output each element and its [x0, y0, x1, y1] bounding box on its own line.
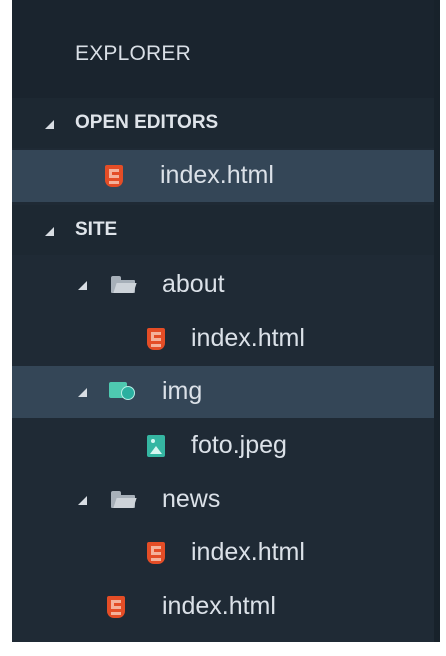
html5-icon	[105, 165, 123, 187]
caret-down-icon[interactable]	[78, 388, 87, 397]
caret-down-icon[interactable]	[45, 227, 54, 236]
file-label-root-index-html: index.html	[162, 592, 276, 620]
explorer-panel: EXPLORER OPEN EDITORS index.html SITE ab…	[12, 0, 440, 642]
folder-row-news[interactable]: news	[12, 474, 434, 526]
section-label-site: SITE	[75, 219, 118, 240]
file-row-root-index-html[interactable]: index.html	[12, 581, 434, 633]
panel-scroll-edge	[434, 0, 440, 642]
caret-down-icon[interactable]	[78, 496, 87, 505]
folder-open-icon	[111, 491, 137, 508]
open-editor-item-index-html[interactable]: index.html	[12, 150, 434, 202]
html5-icon	[147, 328, 165, 350]
folder-label-news: news	[162, 485, 221, 513]
html5-icon	[147, 542, 165, 564]
image-folder-icon	[109, 380, 137, 400]
open-editor-item-label: index.html	[160, 161, 274, 189]
folder-row-about[interactable]: about	[12, 259, 434, 311]
caret-down-icon[interactable]	[45, 120, 54, 129]
section-site[interactable]: SITE	[12, 205, 434, 255]
section-label-open-editors: OPEN EDITORS	[75, 112, 219, 133]
folder-open-icon	[111, 276, 137, 293]
file-row-about-index-html[interactable]: index.html	[12, 313, 434, 365]
folder-label-img: img	[162, 377, 203, 405]
folder-row-img[interactable]: img	[12, 366, 434, 418]
file-label-news-index-html: index.html	[191, 538, 305, 566]
section-open-editors[interactable]: OPEN EDITORS	[12, 98, 434, 148]
file-row-foto-jpeg[interactable]: foto.jpeg	[12, 420, 434, 472]
explorer-title: EXPLORER	[75, 42, 191, 65]
image-file-icon	[147, 435, 165, 457]
caret-down-icon[interactable]	[78, 281, 87, 290]
folder-label-about: about	[162, 270, 225, 298]
explorer-header: EXPLORER	[12, 0, 434, 100]
file-label-about-index-html: index.html	[191, 324, 305, 352]
file-row-news-index-html[interactable]: index.html	[12, 527, 434, 579]
file-label-foto-jpeg: foto.jpeg	[191, 431, 287, 459]
html5-icon	[107, 596, 125, 618]
